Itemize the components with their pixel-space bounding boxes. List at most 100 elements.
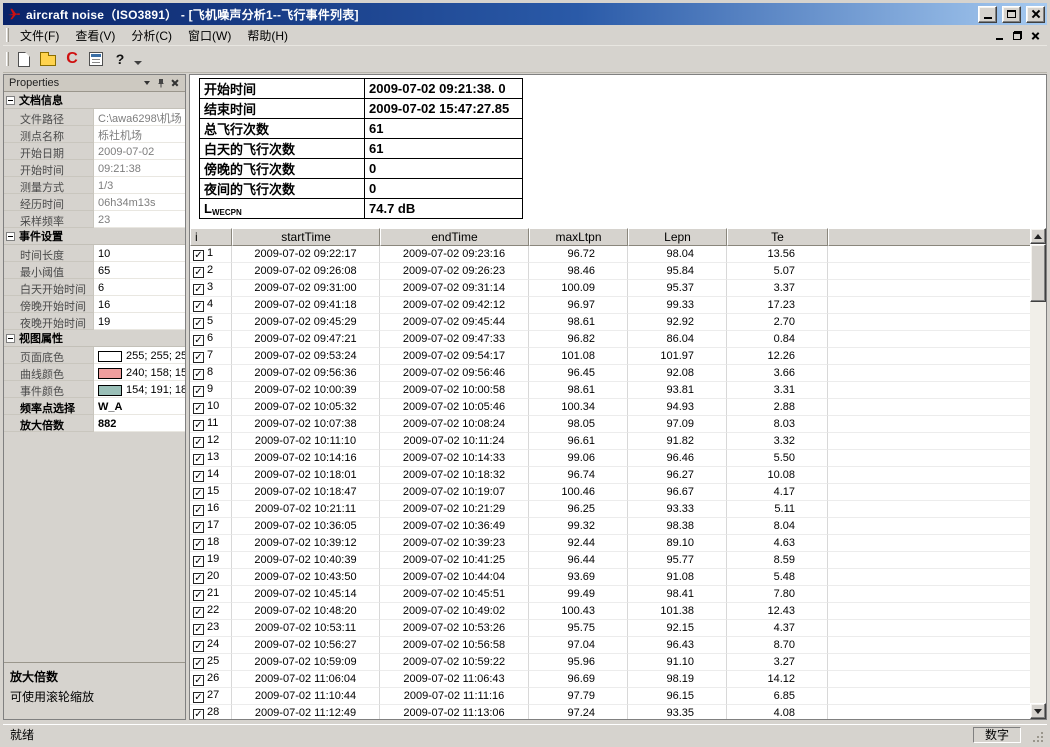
scroll-up-button[interactable] <box>1030 228 1046 244</box>
event-row[interactable]: ✓272009-07-02 11:10:442009-07-02 11:11:1… <box>190 688 1035 705</box>
menu-item[interactable]: 查看(V) <box>67 25 123 46</box>
event-row[interactable]: ✓212009-07-02 10:45:142009-07-02 10:45:5… <box>190 586 1035 603</box>
event-checkbox[interactable]: ✓ <box>193 369 204 380</box>
property-section-header[interactable]: 文档信息 <box>4 92 185 109</box>
property-value[interactable]: 23 <box>94 211 185 228</box>
menu-item[interactable]: 窗口(W) <box>180 25 239 46</box>
event-checkbox[interactable]: ✓ <box>193 505 204 516</box>
column-header-Lepn[interactable]: Lepn <box>628 228 727 246</box>
event-row[interactable]: ✓172009-07-02 10:36:052009-07-02 10:36:4… <box>190 518 1035 535</box>
event-checkbox[interactable]: ✓ <box>193 641 204 652</box>
property-value[interactable]: C:\awa6298\机场 <box>94 109 185 126</box>
maximize-button[interactable] <box>1002 6 1021 23</box>
minimize-button[interactable] <box>978 6 997 23</box>
panel-pin-button[interactable] <box>154 77 168 90</box>
event-row[interactable]: ✓102009-07-02 10:05:322009-07-02 10:05:4… <box>190 399 1035 416</box>
event-row[interactable]: ✓192009-07-02 10:40:392009-07-02 10:41:2… <box>190 552 1035 569</box>
column-header-endTime[interactable]: endTime <box>380 228 529 246</box>
event-row[interactable]: ✓222009-07-02 10:48:202009-07-02 10:49:0… <box>190 603 1035 620</box>
property-value[interactable]: 09:21:38 <box>94 160 185 177</box>
event-checkbox[interactable]: ✓ <box>193 658 204 669</box>
event-checkbox[interactable]: ✓ <box>193 539 204 550</box>
property-value[interactable]: 1/3 <box>94 177 185 194</box>
event-checkbox[interactable]: ✓ <box>193 284 204 295</box>
property-value[interactable]: 6 <box>94 279 185 296</box>
event-row[interactable]: ✓282009-07-02 11:12:492009-07-02 11:13:0… <box>190 705 1035 720</box>
menu-item[interactable]: 帮助(H) <box>239 25 296 46</box>
collapse-minus-icon[interactable] <box>6 96 15 105</box>
event-checkbox[interactable]: ✓ <box>193 522 204 533</box>
property-value[interactable]: 19 <box>94 313 185 330</box>
event-checkbox[interactable]: ✓ <box>193 573 204 584</box>
color-swatch[interactable] <box>98 368 122 379</box>
property-value[interactable]: 154; 191; 18 <box>94 381 185 398</box>
event-checkbox[interactable]: ✓ <box>193 352 204 363</box>
collapse-minus-icon[interactable] <box>6 334 15 343</box>
mdi-minimize-button[interactable] <box>991 28 1007 42</box>
event-checkbox[interactable]: ✓ <box>193 692 204 703</box>
property-value[interactable]: 06h34m13s <box>94 194 185 211</box>
event-row[interactable]: ✓232009-07-02 10:53:112009-07-02 10:53:2… <box>190 620 1035 637</box>
panel-close-button[interactable] <box>168 77 182 90</box>
event-row[interactable]: ✓152009-07-02 10:18:472009-07-02 10:19:0… <box>190 484 1035 501</box>
event-checkbox[interactable]: ✓ <box>193 454 204 465</box>
vertical-scrollbar[interactable] <box>1030 228 1046 719</box>
property-value[interactable]: 255; 255; 25 <box>94 347 185 364</box>
menu-item[interactable]: 文件(F) <box>12 25 67 46</box>
event-row[interactable]: ✓62009-07-02 09:47:212009-07-02 09:47:33… <box>190 331 1035 348</box>
property-section-header[interactable]: 视图属性 <box>4 330 185 347</box>
toolbar-overflow-icon[interactable] <box>134 61 142 65</box>
column-header-startTime[interactable]: startTime <box>232 228 380 246</box>
event-row[interactable]: ✓12009-07-02 09:22:172009-07-02 09:23:16… <box>190 246 1035 263</box>
properties-button[interactable] <box>84 48 108 71</box>
event-row[interactable]: ✓42009-07-02 09:41:182009-07-02 09:42:12… <box>190 297 1035 314</box>
event-checkbox[interactable]: ✓ <box>193 590 204 601</box>
event-row[interactable]: ✓202009-07-02 10:43:502009-07-02 10:44:0… <box>190 569 1035 586</box>
event-row[interactable]: ✓22009-07-02 09:26:082009-07-02 09:26:23… <box>190 263 1035 280</box>
color-swatch[interactable] <box>98 385 122 396</box>
event-row[interactable]: ✓162009-07-02 10:21:112009-07-02 10:21:2… <box>190 501 1035 518</box>
event-checkbox[interactable]: ✓ <box>193 267 204 278</box>
scroll-down-button[interactable] <box>1030 703 1046 719</box>
event-checkbox[interactable]: ✓ <box>193 607 204 618</box>
property-value[interactable]: 10 <box>94 245 185 262</box>
resize-grip-icon[interactable] <box>1031 730 1044 743</box>
property-value[interactable]: W_A <box>94 398 185 415</box>
event-row[interactable]: ✓262009-07-02 11:06:042009-07-02 11:06:4… <box>190 671 1035 688</box>
event-checkbox[interactable]: ✓ <box>193 709 204 720</box>
close-button[interactable] <box>1026 6 1045 23</box>
event-checkbox[interactable]: ✓ <box>193 335 204 346</box>
event-row[interactable]: ✓112009-07-02 10:07:382009-07-02 10:08:2… <box>190 416 1035 433</box>
event-row[interactable]: ✓72009-07-02 09:53:242009-07-02 09:54:17… <box>190 348 1035 365</box>
property-value[interactable]: 16 <box>94 296 185 313</box>
column-header-maxLtpn[interactable]: maxLtpn <box>529 228 628 246</box>
property-value[interactable]: 65 <box>94 262 185 279</box>
column-header-i[interactable]: i <box>190 228 232 246</box>
mdi-restore-button[interactable] <box>1009 28 1025 42</box>
scrollbar-track[interactable] <box>1030 244 1046 703</box>
property-value[interactable]: 栎社机场 <box>94 126 185 143</box>
event-row[interactable]: ✓82009-07-02 09:56:362009-07-02 09:56:46… <box>190 365 1035 382</box>
property-value[interactable]: 2009-07-02 <box>94 143 185 160</box>
event-row[interactable]: ✓242009-07-02 10:56:272009-07-02 10:56:5… <box>190 637 1035 654</box>
event-row[interactable]: ✓142009-07-02 10:18:012009-07-02 10:18:3… <box>190 467 1035 484</box>
property-value[interactable]: 240; 158; 15 <box>94 364 185 381</box>
event-checkbox[interactable]: ✓ <box>193 675 204 686</box>
mdi-close-button[interactable] <box>1027 28 1043 42</box>
scrollbar-thumb[interactable] <box>1030 244 1046 302</box>
event-checkbox[interactable]: ✓ <box>193 318 204 329</box>
event-row[interactable]: ✓92009-07-02 10:00:392009-07-02 10:00:58… <box>190 382 1035 399</box>
event-checkbox[interactable]: ✓ <box>193 420 204 431</box>
help-button[interactable]: ? <box>108 48 132 71</box>
event-checkbox[interactable]: ✓ <box>193 471 204 482</box>
calibrate-button[interactable]: C <box>60 48 84 71</box>
menu-drag-handle[interactable] <box>6 28 9 42</box>
open-file-button[interactable] <box>36 48 60 71</box>
event-checkbox[interactable]: ✓ <box>193 488 204 499</box>
event-row[interactable]: ✓32009-07-02 09:31:002009-07-02 09:31:14… <box>190 280 1035 297</box>
event-checkbox[interactable]: ✓ <box>193 556 204 567</box>
event-checkbox[interactable]: ✓ <box>193 403 204 414</box>
panel-menu-button[interactable] <box>140 77 154 90</box>
event-checkbox[interactable]: ✓ <box>193 301 204 312</box>
event-row[interactable]: ✓252009-07-02 10:59:092009-07-02 10:59:2… <box>190 654 1035 671</box>
